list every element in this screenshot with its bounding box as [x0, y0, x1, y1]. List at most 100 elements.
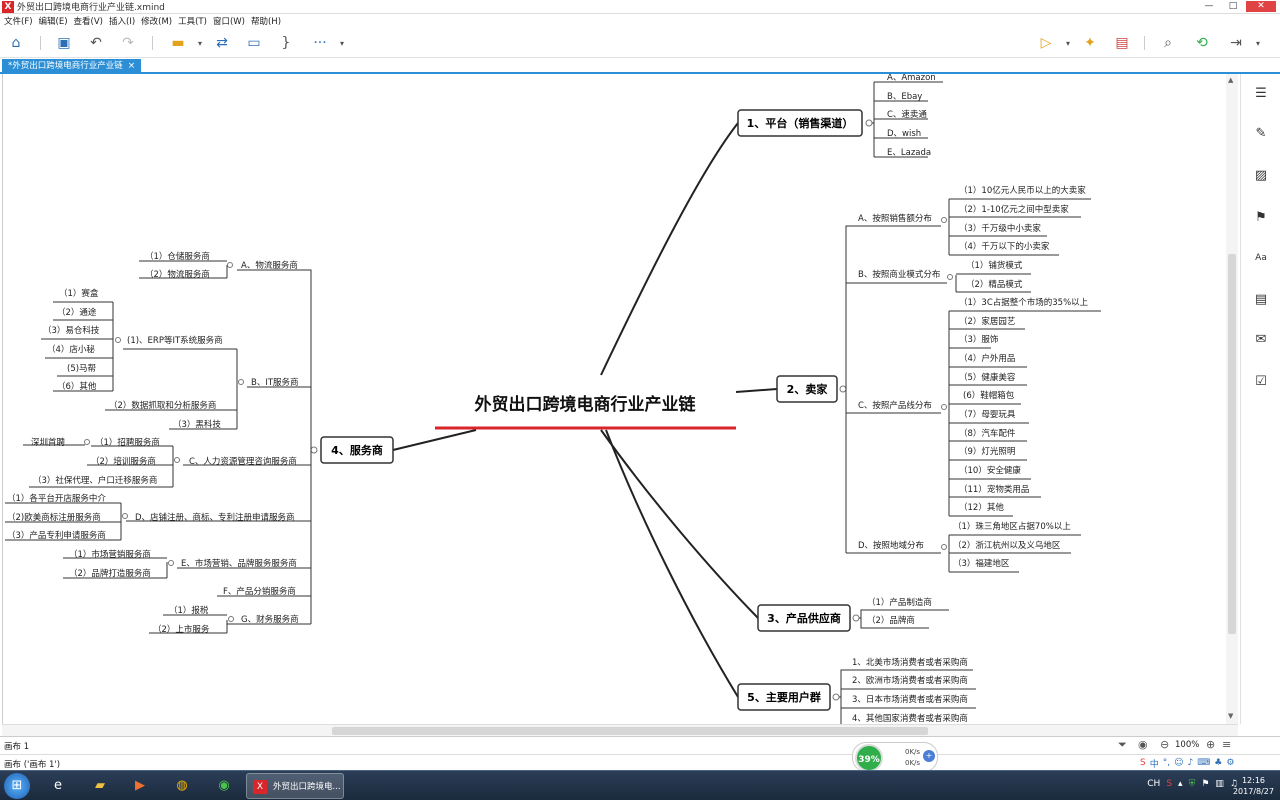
share-icon[interactable]: ⟲ [1192, 33, 1212, 53]
browser-icon[interactable]: ◉ [206, 774, 242, 798]
xmind-app-icon: X [2, 0, 14, 13]
menu-view[interactable]: 查看(V) [74, 15, 103, 27]
save-icon[interactable]: ▣ [54, 33, 74, 53]
summary-icon[interactable]: } [276, 33, 296, 53]
language-indicator[interactable]: CH [1147, 779, 1160, 789]
ime-settings-icon[interactable]: ⚙ [1226, 758, 1234, 768]
hr-item: （2）培训服务商 [91, 456, 156, 467]
notes-icon[interactable]: ▤ [1251, 290, 1271, 310]
horizontal-scroll-thumb[interactable] [332, 727, 928, 735]
tab-close-icon[interactable]: × [128, 61, 136, 71]
horizontal-scrollbar[interactable] [2, 724, 1238, 736]
it-erp: (1)、ERP等IT系统服务商 [127, 335, 223, 346]
menu-tools[interactable]: 工具(T) [178, 15, 207, 27]
explorer-icon[interactable]: ▰ [82, 774, 118, 798]
mindmap-canvas[interactable]: 外贸出口跨境电商行业产业链 1、平台（销售渠道） A、Amazon B、Ebay… [2, 74, 1238, 724]
taskbar-xmind-task[interactable]: X 外贸出口跨境电... [246, 773, 344, 799]
presentation-icon[interactable]: ▷ [1036, 33, 1056, 53]
product-item: （1）3C占据整个市场的35%以上 [959, 297, 1089, 308]
export-dropdown-icon[interactable]: ▾ [1248, 33, 1268, 53]
outline-icon[interactable]: ☰ [1251, 84, 1271, 104]
branch-customers: 5、主要用户群 [747, 690, 821, 704]
search-icon[interactable]: ⌕ [1158, 33, 1178, 53]
it-item: （3）黑科技 [173, 419, 221, 430]
undo-icon[interactable]: ↶ [86, 33, 106, 53]
zoom-out-icon[interactable]: ⊖ [1160, 738, 1169, 751]
branch-suppliers: 3、产品供应商 [767, 611, 841, 625]
sogou-icon[interactable]: S [1140, 758, 1146, 768]
marker-flag-icon[interactable]: ⚑ [1251, 208, 1271, 228]
eye-icon[interactable]: ◉ [1138, 738, 1148, 751]
tab-mindmap[interactable]: *外贸出口跨境电商行业产业链 × [2, 59, 142, 74]
menu-help[interactable]: 帮助(H) [251, 15, 281, 27]
more-dropdown-icon[interactable]: ▾ [332, 33, 352, 53]
minimize-button[interactable]: — [1198, 1, 1220, 12]
product-item: （7）母婴玩具 [959, 409, 1016, 420]
central-topic: 外贸出口跨境电商行业产业链 [475, 394, 697, 415]
info-bar: 画布 ('画布 1') [0, 754, 1280, 770]
menu-insert[interactable]: 插入(I) [109, 15, 135, 27]
maximize-button[interactable]: □ [1222, 1, 1244, 12]
close-window-button[interactable]: ✕ [1246, 1, 1276, 12]
network-icon[interactable]: ▥ [1215, 779, 1224, 789]
status-bar: 画布 1 ⏷ ◉ ⊖ 100% ⊕ ≡ [0, 736, 1280, 754]
menu-icon[interactable]: ≡ [1222, 738, 1231, 751]
hr-note: 深圳首聘 [31, 437, 66, 448]
comment-icon[interactable]: ✉ [1251, 330, 1271, 350]
clock[interactable]: 12:16 2017/8/27 [1233, 775, 1274, 797]
ime-mic-icon[interactable]: ♪ [1188, 758, 1194, 768]
customer-item: 4、其他国家消费者或者采购商 [852, 713, 968, 724]
accelerate-icon[interactable]: + [923, 750, 935, 762]
more-icon[interactable]: ··· [310, 33, 330, 53]
menu-modify[interactable]: 修改(M) [141, 15, 172, 27]
platform-item: C、速卖通 [887, 109, 927, 120]
relationship-icon[interactable]: ⇄ [212, 33, 232, 53]
network-speed-widget[interactable]: 39% 0K/s 0K/s + [852, 742, 938, 772]
format-brush-icon[interactable]: ✎ [1251, 124, 1271, 144]
chrome-icon[interactable]: ◍ [164, 774, 200, 798]
boundary-icon[interactable]: ▭ [244, 33, 264, 53]
network-percent: 39% [855, 744, 883, 772]
image-icon[interactable]: ▨ [1251, 166, 1271, 186]
zoom-in-icon[interactable]: ⊕ [1206, 738, 1215, 751]
zoom-level[interactable]: 100% [1175, 740, 1199, 750]
product-item: （5）健康美容 [959, 372, 1016, 383]
platform-item: D、wish [887, 129, 921, 139]
flag-icon[interactable]: ⚑ [1201, 779, 1209, 789]
ime-skin-icon[interactable]: ♣ [1214, 758, 1222, 768]
ime-punct-icon[interactable]: °, [1163, 758, 1170, 768]
export-icon[interactable]: ⇥ [1226, 33, 1246, 53]
menu-window[interactable]: 窗口(W) [213, 15, 245, 27]
sogou-tray-icon[interactable]: S [1166, 779, 1172, 789]
erp-item: (5)马帮 [67, 363, 96, 374]
tray-arrow-icon[interactable]: ▴ [1178, 779, 1183, 789]
hr-item: （3）社保代理、户口迁移服务商 [33, 475, 157, 486]
topic-dropdown-icon[interactable]: ▾ [190, 33, 210, 53]
platform-item: E、Lazada [887, 148, 931, 158]
vertical-scroll-thumb[interactable] [1228, 254, 1236, 634]
vertical-scrollbar[interactable]: ▲ ▼ [1226, 74, 1238, 724]
security-shield-icon[interactable]: ⛨ [1189, 779, 1196, 789]
media-player-icon[interactable]: ▶ [122, 774, 158, 798]
scroll-down-icon[interactable]: ▼ [1228, 712, 1233, 720]
ie-icon[interactable]: e [40, 774, 76, 798]
ime-keyboard-icon[interactable]: ⌨ [1197, 758, 1210, 768]
task-icon[interactable]: ☑ [1251, 372, 1271, 392]
redo-icon[interactable]: ↷ [118, 33, 138, 53]
ime-chinese-icon[interactable]: 中 [1150, 757, 1159, 770]
home-icon[interactable]: ⌂ [6, 33, 26, 53]
menu-edit[interactable]: 编辑(E) [39, 15, 68, 27]
layout-icon[interactable]: ▤ [1112, 33, 1132, 53]
sheet-tab[interactable]: 画布 1 [4, 740, 29, 752]
menu-file[interactable]: 文件(F) [4, 15, 33, 27]
text-style-icon[interactable]: Aa [1251, 248, 1271, 268]
lightbulb-icon[interactable]: ✦ [1080, 33, 1100, 53]
filter-icon[interactable]: ⏷ [1118, 738, 1127, 752]
topic-icon[interactable]: ▬ [168, 33, 188, 53]
presentation-dropdown-icon[interactable]: ▾ [1058, 33, 1078, 53]
scroll-up-icon[interactable]: ▲ [1228, 76, 1233, 84]
ime-emoji-icon[interactable]: ☺ [1174, 758, 1183, 768]
start-button[interactable]: ⊞ [4, 773, 30, 799]
clock-date: 2017/8/27 [1232, 787, 1274, 796]
model-item: （1）铺货模式 [966, 260, 1023, 271]
